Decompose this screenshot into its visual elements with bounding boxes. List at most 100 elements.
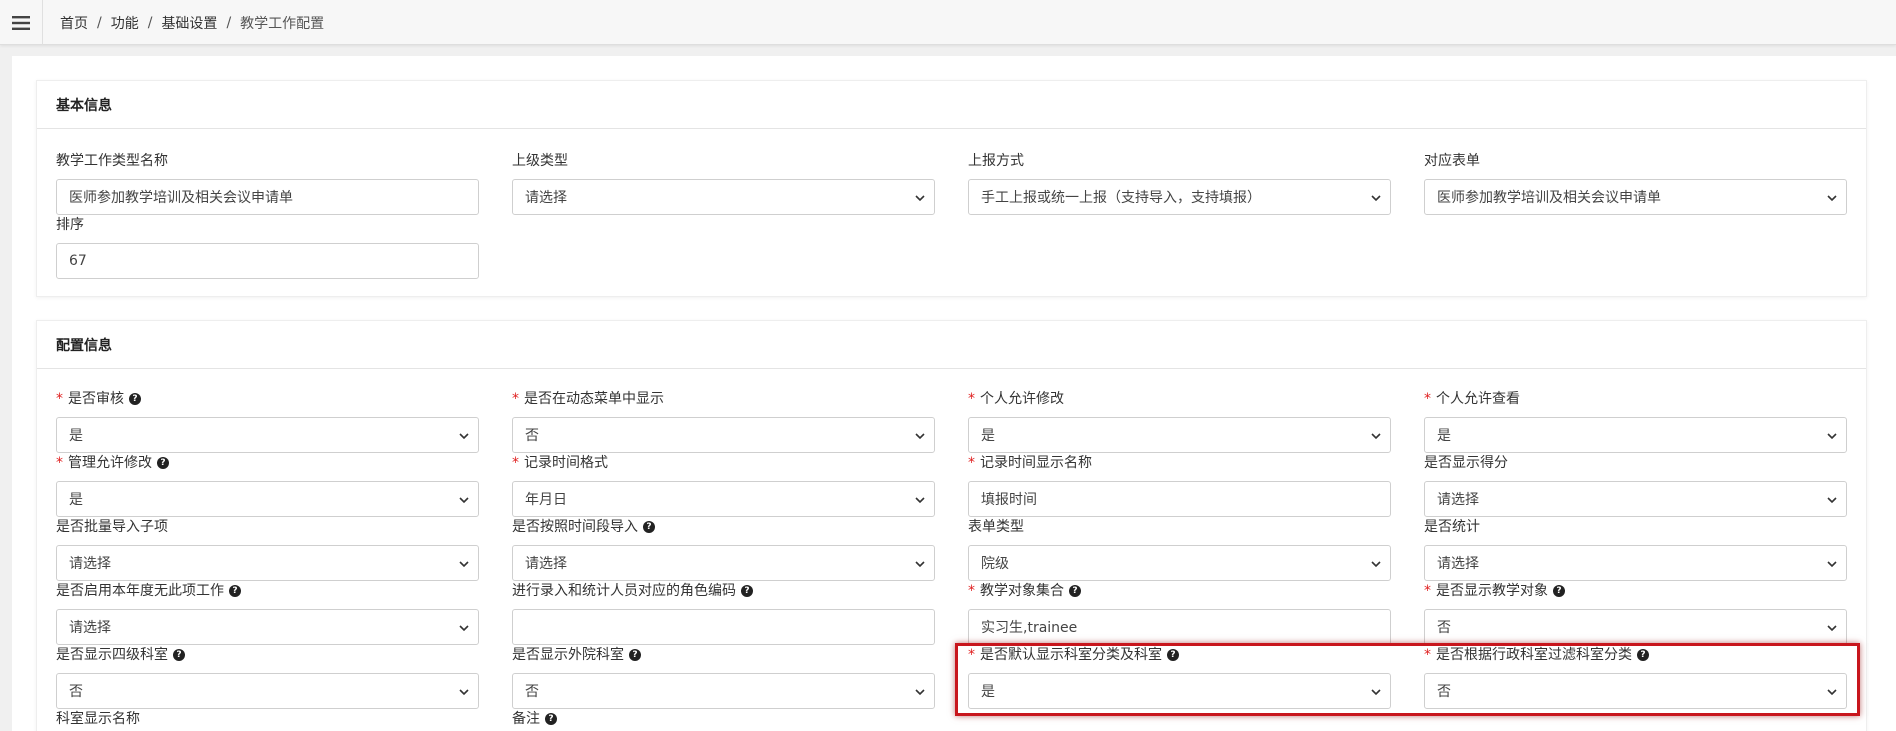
input-value: 填报时间 [981,492,1037,508]
show-score-select[interactable]: 请选择 [1424,481,1847,517]
question-circle-icon[interactable]: ? [129,393,141,405]
chevron-down-icon [459,689,469,696]
level4-dept-select[interactable]: 否 [56,673,479,709]
statistics-select[interactable]: 请选择 [1424,545,1847,581]
select-value: 是 [1437,428,1451,444]
field-label: 是否在动态菜单中显示 [524,391,664,407]
field-type-name: 教学工作类型名称 医师参加教学培训及相关会议申请单 [56,149,479,215]
chevron-down-icon [1371,195,1381,202]
breadcrumb-function[interactable]: 功能 [111,13,139,33]
question-circle-icon[interactable]: ? [643,521,655,533]
question-circle-icon[interactable]: ? [173,649,185,661]
breadcrumb-separator: / [226,14,232,31]
period-import-select[interactable]: 请选择 [512,545,935,581]
form-type-select[interactable]: 院级 [968,545,1391,581]
section-title: 基本信息 [37,81,1866,129]
dynamic-menu-select[interactable]: 否 [512,417,935,453]
basic-info-card: 基本信息 教学工作类型名称 医师参加教学培训及相关会议申请单 上级类型 请选择 … [36,80,1867,297]
chevron-down-icon [1371,433,1381,440]
field-label: 是否显示外院科室 [512,647,624,663]
field-show-score: 是否显示得分 请选择 [1424,451,1847,517]
select-value: 请选择 [525,190,567,206]
question-circle-icon[interactable]: ? [545,713,557,725]
role-code-input[interactable] [512,609,935,645]
default-dept-category-select[interactable]: 是 [968,673,1391,709]
chevron-down-icon [1827,561,1837,568]
parent-type-select[interactable]: 请选择 [512,179,935,215]
question-circle-icon[interactable]: ? [157,457,169,469]
select-value: 请选择 [69,556,111,572]
field-default-dept-category: * 是否默认显示科室分类及科室? 是 [968,643,1391,709]
no-work-year-select[interactable]: 请选择 [56,609,479,645]
required-mark: * [512,455,519,471]
field-personal-edit: * 个人允许修改 是 [968,387,1391,453]
field-parent-type: 上级类型 请选择 [512,149,935,215]
field-level4-dept: 是否显示四级科室? 否 [56,643,479,709]
time-format-select[interactable]: 年月日 [512,481,935,517]
field-statistics: 是否统计 请选择 [1424,515,1847,581]
chevron-down-icon [915,497,925,504]
chevron-down-icon [1371,689,1381,696]
breadcrumb-separator: / [147,14,153,31]
chevron-down-icon [459,433,469,440]
select-value: 是 [69,492,83,508]
field-label: 进行录入和统计人员对应的角色编码 [512,583,736,599]
select-value: 是 [981,684,995,700]
question-circle-icon[interactable]: ? [1167,649,1179,661]
audit-select[interactable]: 是 [56,417,479,453]
chevron-down-icon [1827,625,1837,632]
field-label: 教学对象集合 [980,583,1064,599]
form-select[interactable]: 医师参加教学培训及相关会议申请单 [1424,179,1847,215]
field-role-code: 进行录入和统计人员对应的角色编码? [512,579,935,645]
question-circle-icon[interactable]: ? [1637,649,1649,661]
field-time-display-name: * 记录时间显示名称 填报时间 [968,451,1391,517]
breadcrumb-current: 教学工作配置 [240,15,325,32]
filter-by-admin-dept-select[interactable]: 否 [1424,673,1847,709]
field-filter-by-admin-dept: * 是否根据行政科室过滤科室分类? 否 [1424,643,1847,709]
breadcrumb-separator: / [97,14,102,31]
field-label: 个人允许修改 [980,391,1064,407]
type-name-input[interactable]: 医师参加教学培训及相关会议申请单 [56,179,479,215]
field-label: 备注 [512,711,540,727]
question-circle-icon[interactable]: ? [229,585,241,597]
field-label: 对应表单 [1424,153,1480,169]
field-no-work-year: 是否启用本年度无此项工作? 请选择 [56,579,479,645]
show-target-select[interactable]: 否 [1424,609,1847,645]
question-circle-icon[interactable]: ? [741,585,753,597]
chevron-down-icon [1827,433,1837,440]
external-dept-select[interactable]: 否 [512,673,935,709]
select-value: 否 [69,684,83,700]
report-method-select[interactable]: 手工上报或统一上报（支持导入，支持填报） [968,179,1391,215]
field-label: 是否默认显示科室分类及科室 [980,647,1162,663]
personal-view-select[interactable]: 是 [1424,417,1847,453]
field-label: 上级类型 [512,153,568,169]
field-time-format: * 记录时间格式 年月日 [512,451,935,517]
field-label: 是否启用本年度无此项工作 [56,583,224,599]
batch-import-select[interactable]: 请选择 [56,545,479,581]
field-label: 记录时间显示名称 [980,455,1092,471]
breadcrumb-basic-settings[interactable]: 基础设置 [161,13,217,33]
field-form-type: 表单类型 院级 [968,515,1391,581]
field-sort: 排序 67 [56,213,479,279]
input-value: 医师参加教学培训及相关会议申请单 [69,190,293,206]
question-circle-icon[interactable]: ? [629,649,641,661]
personal-edit-select[interactable]: 是 [968,417,1391,453]
question-circle-icon[interactable]: ? [1069,585,1081,597]
select-value: 院级 [981,556,1009,572]
sort-input[interactable]: 67 [56,243,479,279]
select-value: 请选择 [525,556,567,572]
menu-toggle-button[interactable] [0,0,43,45]
breadcrumb-home[interactable]: 首页 [60,13,88,33]
target-set-input[interactable]: 实习生,trainee [968,609,1391,645]
field-form: 对应表单 医师参加教学培训及相关会议申请单 [1424,149,1847,215]
field-label: 排序 [56,217,84,233]
field-label: 是否显示教学对象 [1436,583,1548,599]
question-circle-icon[interactable]: ? [1553,585,1565,597]
field-personal-view: * 个人允许查看 是 [1424,387,1847,453]
select-value: 手工上报或统一上报（支持导入，支持填报） [981,190,1261,206]
time-display-name-input[interactable]: 填报时间 [968,481,1391,517]
field-label: 是否统计 [1424,519,1480,535]
chevron-down-icon [915,195,925,202]
select-value: 否 [1437,620,1451,636]
admin-edit-select[interactable]: 是 [56,481,479,517]
